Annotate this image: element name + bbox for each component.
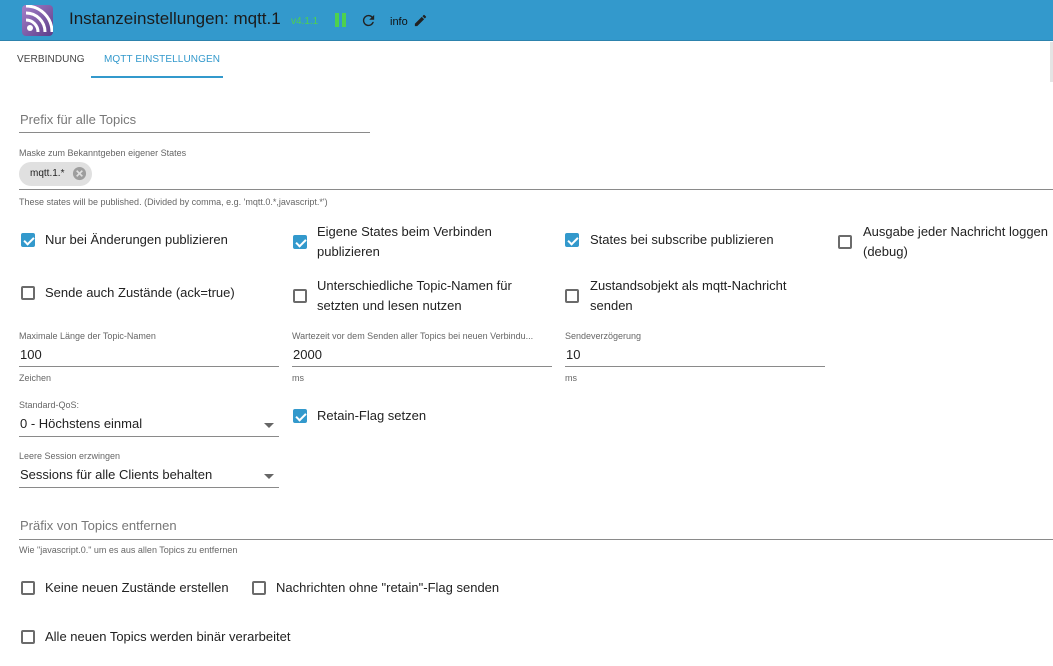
- remove-prefix-placeholder: Präfix von Topics entfernen: [20, 518, 177, 533]
- version-badge: v4.1.1: [291, 16, 319, 27]
- checkbox-different-topic-names[interactable]: [293, 289, 307, 303]
- mask-chip: mqtt.1.*: [19, 162, 92, 186]
- clean-session-value: Sessions für alle Clients behalten: [20, 467, 213, 482]
- app-header: Instanzeinstellungen: mqtt.1 v4.1.1 info: [0, 0, 1053, 41]
- info-link[interactable]: info: [390, 16, 408, 28]
- label-send-ack: Sende auch Zustände (ack=true): [45, 285, 235, 300]
- wait-time-unit: ms: [292, 373, 304, 383]
- label-retain: Retain-Flag setzen: [317, 408, 427, 423]
- mask-helper: These states will be published. (Divided…: [19, 197, 328, 207]
- tab-verbindung[interactable]: VERBINDUNG: [17, 54, 85, 65]
- pause-icon[interactable]: [335, 13, 347, 27]
- qos-chevron-down-icon: [264, 423, 274, 428]
- label-only-changes: Nur bei Änderungen publizieren: [45, 232, 228, 247]
- mask-label: Maske zum Bekanntgeben eigener States: [19, 148, 187, 158]
- max-length-label: Maximale Länge der Topic-Namen: [19, 331, 156, 341]
- wait-time-value: 2000: [293, 347, 322, 362]
- chip-close-icon[interactable]: [72, 166, 87, 181]
- checkbox-publish-subscribe[interactable]: [565, 233, 579, 247]
- wait-time-label: Wartezeit vor dem Senden aller Topics be…: [292, 331, 534, 341]
- checkbox-no-new-states[interactable]: [21, 581, 35, 595]
- mask-input[interactable]: [19, 160, 1053, 190]
- label-different-topic-names: Unterschiedliche Topic-Namen für setzten…: [317, 278, 512, 313]
- page-title: Instanzeinstellungen: mqtt.1: [69, 9, 281, 28]
- tab-mqtt-einstellungen[interactable]: MQTT EINSTELLUNGEN: [104, 54, 220, 65]
- max-length-input[interactable]: [19, 343, 279, 367]
- label-publish-subscribe: States bei subscribe publizieren: [590, 232, 774, 247]
- active-tab-indicator: [91, 76, 223, 78]
- label-publish-own-states: Eigene States beim Verbinden publizieren: [317, 224, 492, 259]
- label-no-retain: Nachrichten ohne "retain"-Flag senden: [276, 580, 500, 595]
- reload-icon[interactable]: [360, 12, 377, 29]
- qos-value: 0 - Höchstens einmal: [20, 416, 143, 431]
- prefix-topics-placeholder: Prefix für alle Topics: [20, 112, 137, 127]
- send-delay-input[interactable]: [565, 343, 825, 367]
- send-delay-value: 10: [566, 347, 581, 362]
- max-length-value: 100: [20, 347, 42, 362]
- max-length-unit: Zeichen: [19, 373, 52, 383]
- send-delay-label: Sendeverzögerung: [565, 331, 642, 341]
- remove-prefix-helper: Wie "javascript.0." um es aus allen Topi…: [19, 545, 238, 555]
- tab-bar: VERBINDUNG MQTT EINSTELLUNGEN: [0, 42, 1053, 78]
- checkbox-publish-own-states[interactable]: [293, 235, 307, 249]
- mask-chip-label: mqtt.1.*: [30, 168, 65, 179]
- label-debug-log: Ausgabe jeder Nachricht loggen (debug): [863, 224, 1049, 259]
- qos-label: Standard-QoS:: [19, 400, 80, 410]
- label-no-new-states: Keine neuen Zustände erstellen: [45, 580, 229, 595]
- checkbox-debug-log[interactable]: [838, 235, 852, 249]
- clean-session-chevron-down-icon: [264, 474, 274, 479]
- label-binary: Alle neuen Topics werden binär verarbeit…: [45, 629, 291, 644]
- checkbox-state-object[interactable]: [565, 289, 579, 303]
- checkbox-send-ack[interactable]: [21, 286, 35, 300]
- mqtt-logo-icon: [22, 5, 53, 36]
- label-state-object: Zustandsobjekt als mqtt-Nachricht senden: [590, 278, 787, 313]
- checkbox-retain[interactable]: [293, 409, 307, 423]
- checkbox-only-changes[interactable]: [21, 233, 35, 247]
- checkbox-no-retain[interactable]: [252, 581, 266, 595]
- wait-time-input[interactable]: [292, 343, 552, 367]
- clean-session-label: Leere Session erzwingen: [19, 451, 121, 461]
- checkbox-binary[interactable]: [21, 630, 35, 644]
- pencil-icon[interactable]: [413, 13, 428, 28]
- send-delay-unit: ms: [565, 373, 577, 383]
